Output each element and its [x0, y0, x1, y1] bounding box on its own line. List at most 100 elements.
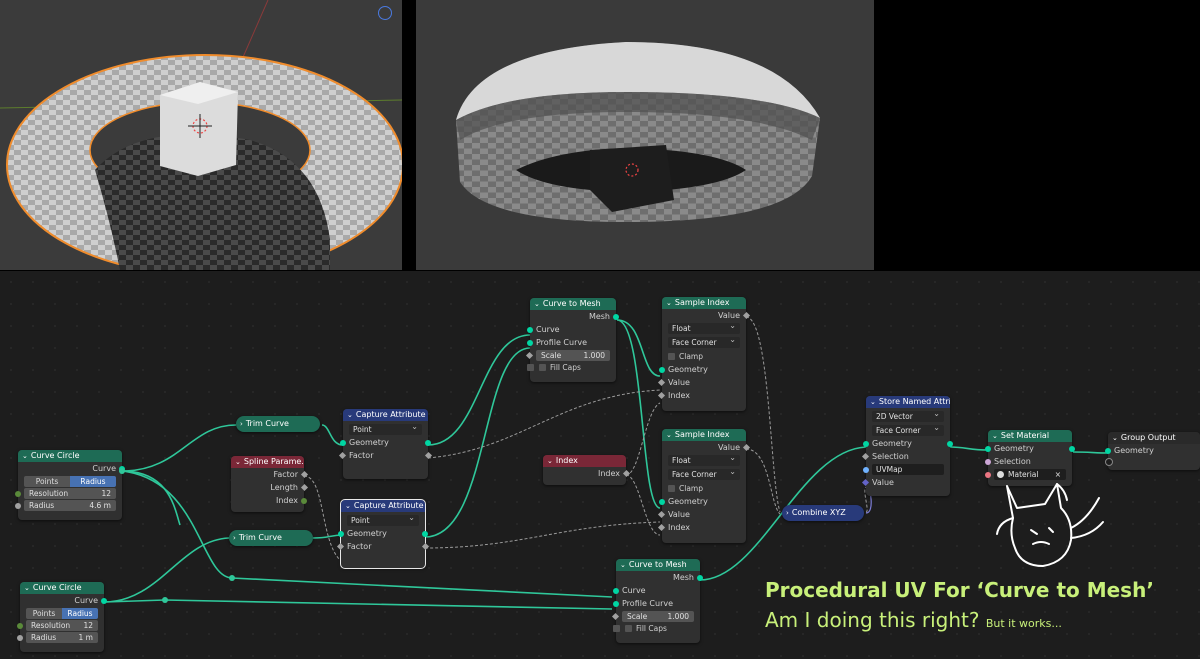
- node-trim-curve-2[interactable]: › Trim Curve: [229, 530, 313, 546]
- viewport-right[interactable]: [416, 0, 874, 270]
- int-socket-icon[interactable]: [17, 623, 23, 629]
- collapse-chevron-icon[interactable]: ⌄: [22, 450, 28, 462]
- radius-field[interactable]: Radius 4.6 m: [15, 500, 116, 511]
- node-header[interactable]: ⌄ Spline Parame...: [231, 456, 304, 468]
- checkbox-icon[interactable]: [625, 625, 632, 632]
- fill-caps-checkbox[interactable]: Fill Caps: [527, 362, 610, 373]
- collapse-chevron-icon[interactable]: ⌄: [870, 396, 876, 408]
- node-header[interactable]: ⌄ Capture Attribute: [341, 500, 425, 512]
- collapse-chevron-icon[interactable]: ⌄: [235, 456, 241, 468]
- node-header[interactable]: ⌄ Sample Index: [662, 429, 746, 441]
- collapse-chevron-icon[interactable]: ⌄: [666, 297, 672, 309]
- radius-field[interactable]: Radius 1 m: [17, 632, 98, 643]
- node-capture-attribute-2[interactable]: ⌄Capture Attribute Point Geometry Factor: [336, 499, 430, 569]
- node-spline-parameter[interactable]: ⌄ Spline Parame... Factor Length Index: [231, 456, 309, 512]
- geometry-socket-icon[interactable]: [422, 531, 428, 537]
- resolution-field[interactable]: Resolution 12: [17, 620, 98, 631]
- collapse-chevron-icon[interactable]: ⌄: [620, 559, 626, 571]
- node-header[interactable]: ⌄ Group Output: [1108, 432, 1200, 444]
- geometry-socket-icon[interactable]: [1105, 448, 1111, 454]
- reroute-dot[interactable]: [229, 575, 235, 581]
- viewport-left[interactable]: [0, 0, 402, 270]
- geometry-socket-icon[interactable]: [985, 446, 991, 452]
- geometry-socket-icon[interactable]: [659, 367, 665, 373]
- checkbox-icon[interactable]: [668, 353, 675, 360]
- node-curve-to-mesh-2[interactable]: ⌄ Curve to Mesh Mesh Curve Profile Curve …: [611, 559, 703, 643]
- type-dropdown[interactable]: Float: [668, 452, 740, 466]
- collapse-chevron-icon[interactable]: ⌄: [666, 429, 672, 441]
- geometry-socket-icon[interactable]: [425, 440, 431, 446]
- geometry-socket-icon[interactable]: [101, 598, 107, 604]
- mode-toggle[interactable]: Points Radius: [26, 608, 98, 619]
- expand-chevron-icon[interactable]: ›: [786, 505, 789, 521]
- geometry-socket-icon[interactable]: [340, 440, 346, 446]
- node-header[interactable]: ⌄ Curve to Mesh: [530, 298, 616, 310]
- collapse-chevron-icon[interactable]: ⌄: [1112, 432, 1118, 444]
- node-index[interactable]: ⌄ Index Index: [543, 455, 631, 485]
- collapse-chevron-icon[interactable]: ⌄: [347, 409, 353, 421]
- node-header[interactable]: ⌄ Curve to Mesh: [616, 559, 700, 571]
- scale-field[interactable]: Scale 1.000: [611, 611, 694, 622]
- geometry-socket-icon[interactable]: [697, 575, 703, 581]
- reroute-dot[interactable]: [162, 597, 168, 603]
- geometry-socket-icon[interactable]: [613, 588, 619, 594]
- node-header[interactable]: ⌄Store Named Attri...: [866, 396, 950, 408]
- node-curve-to-mesh-1[interactable]: ⌄ Curve to Mesh Mesh Curve Profile Curve …: [525, 298, 619, 382]
- node-header[interactable]: › Trim Curve: [236, 416, 320, 432]
- checkbox-icon[interactable]: [539, 364, 546, 371]
- domain-dropdown[interactable]: Face Corner: [668, 334, 740, 348]
- type-dropdown[interactable]: Float: [668, 320, 740, 334]
- node-curve-circle-1[interactable]: ⌄ Curve Circle Curve Points Radius Resolut…: [15, 450, 125, 520]
- mode-radius[interactable]: Radius: [62, 608, 98, 619]
- float-socket-icon[interactable]: [17, 635, 23, 641]
- material-socket-icon[interactable]: [985, 472, 991, 478]
- expand-chevron-icon[interactable]: ›: [233, 530, 236, 546]
- domain-dropdown[interactable]: Point: [347, 512, 419, 526]
- geometry-socket-icon[interactable]: [947, 441, 953, 447]
- node-sample-index-1[interactable]: ⌄Sample Index Value Float Face Corner Cl…: [657, 297, 751, 411]
- mode-points[interactable]: Points: [26, 608, 62, 619]
- node-header[interactable]: › Trim Curve: [229, 530, 313, 546]
- node-header[interactable]: ⌄ Set Material: [988, 430, 1072, 442]
- geometry-socket-icon[interactable]: [1069, 446, 1075, 452]
- float-socket-icon[interactable]: [15, 503, 21, 509]
- node-header[interactable]: › Combine XYZ: [782, 505, 864, 521]
- axis-gizmo-icon[interactable]: [378, 6, 392, 20]
- node-combine-xyz[interactable]: › Combine XYZ: [782, 505, 864, 521]
- mode-points[interactable]: Points: [24, 476, 70, 487]
- node-trim-curve-1[interactable]: › Trim Curve: [236, 416, 320, 432]
- resolution-field[interactable]: Resolution 12: [15, 488, 116, 499]
- node-header[interactable]: ⌄ Index: [543, 455, 626, 467]
- collapse-chevron-icon[interactable]: ⌄: [345, 500, 351, 512]
- geometry-socket-icon[interactable]: [613, 601, 619, 607]
- domain-dropdown[interactable]: Face Corner: [668, 466, 740, 480]
- checkbox-icon[interactable]: [668, 485, 675, 492]
- geometry-socket-icon[interactable]: [527, 327, 533, 333]
- node-header[interactable]: ⌄ Curve Circle: [18, 450, 122, 462]
- bool-socket-icon[interactable]: [613, 625, 620, 632]
- int-socket-icon[interactable]: [15, 491, 21, 497]
- name-input[interactable]: UVMap: [863, 464, 944, 475]
- node-header[interactable]: ⌄ Sample Index: [662, 297, 746, 309]
- expand-chevron-icon[interactable]: ›: [240, 416, 243, 432]
- domain-dropdown[interactable]: Face Corner: [872, 422, 944, 436]
- node-group-output[interactable]: ⌄ Group Output Geometry: [1105, 432, 1200, 470]
- geometry-socket-icon[interactable]: [527, 340, 533, 346]
- node-capture-attribute-1[interactable]: ⌄Capture Attribute Point Geometry Factor: [338, 409, 433, 479]
- int-socket-icon[interactable]: [301, 498, 307, 504]
- node-store-named-attribute[interactable]: ⌄Store Named Attri... 2D Vector Face Cor…: [861, 396, 953, 496]
- clamp-checkbox[interactable]: Clamp: [668, 351, 740, 362]
- node-header[interactable]: ⌄ Capture Attribute: [343, 409, 428, 421]
- node-header[interactable]: ⌄ Curve Circle: [20, 582, 104, 594]
- node-curve-circle-2[interactable]: ⌄ Curve Circle Curve Points Radius Resolut…: [17, 582, 107, 652]
- clamp-checkbox[interactable]: Clamp: [668, 483, 740, 494]
- empty-socket-icon[interactable]: [1105, 458, 1113, 466]
- scale-field[interactable]: Scale 1.000: [525, 350, 610, 361]
- bool-socket-icon[interactable]: [985, 459, 991, 465]
- node-sample-index-2[interactable]: ⌄Sample Index Value Float Face Corner Cl…: [657, 429, 751, 543]
- collapse-chevron-icon[interactable]: ⌄: [992, 430, 998, 442]
- type-dropdown[interactable]: 2D Vector: [872, 408, 944, 422]
- domain-dropdown[interactable]: Point: [349, 421, 422, 435]
- mode-toggle[interactable]: Points Radius: [24, 476, 116, 487]
- collapse-chevron-icon[interactable]: ⌄: [534, 298, 540, 310]
